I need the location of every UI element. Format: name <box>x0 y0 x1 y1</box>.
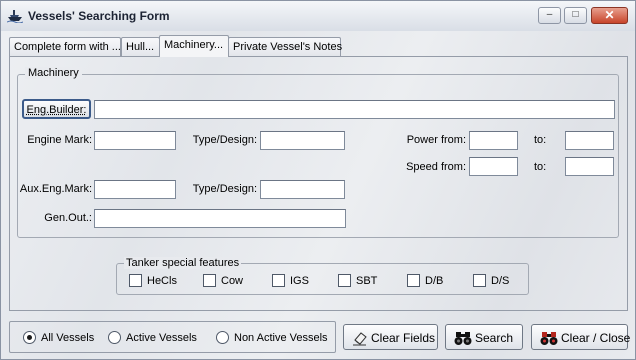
vessels-search-window: Vessels' Searching Form – □ ✕ Complete f… <box>0 0 636 360</box>
engine-mark-label: Engine Mark: <box>27 134 92 146</box>
radio-non-active-vessels[interactable] <box>216 331 229 344</box>
search-label: Search <box>475 331 514 345</box>
maximize-button[interactable]: □ <box>564 7 587 24</box>
eng-builder-field[interactable] <box>94 100 615 119</box>
minimize-button[interactable]: – <box>538 7 561 24</box>
gen-out-label: Gen.Out.: <box>44 212 92 224</box>
close-button[interactable]: ✕ <box>591 7 628 24</box>
clear-fields-label: Clear Fields <box>371 331 436 345</box>
binoculars-icon <box>454 330 472 349</box>
checkbox-ds-label: D/S <box>491 275 510 287</box>
clear-fields-button[interactable]: Clear Fields <box>343 324 438 350</box>
machinery-group-title: Machinery <box>25 67 82 79</box>
type-design-field-1[interactable] <box>260 131 345 150</box>
aux-eng-mark-field[interactable] <box>94 180 176 199</box>
engine-mark-field[interactable] <box>94 131 176 150</box>
checkbox-db[interactable] <box>407 274 420 287</box>
radio-all-vessels[interactable] <box>23 331 36 344</box>
maximize-icon: □ <box>572 9 579 20</box>
power-from-field[interactable] <box>469 131 518 150</box>
minimize-icon: – <box>546 9 553 20</box>
radio-non-active-vessels-label: Non Active Vessels <box>234 332 328 344</box>
binoculars-close-icon <box>540 330 558 349</box>
speed-from-field[interactable] <box>469 157 518 176</box>
checkbox-db-label: D/B <box>425 275 444 287</box>
checkbox-igs-label: IGS <box>290 275 309 287</box>
speed-to-label: to: <box>534 161 547 173</box>
power-to-label: to: <box>534 134 547 146</box>
close-icon: ✕ <box>604 8 615 22</box>
eraser-icon <box>352 330 368 349</box>
eng-builder-button-label: Eng.Builder: <box>26 104 87 116</box>
tab-complete-form[interactable]: Complete form with ... <box>9 37 121 56</box>
radio-active-vessels-label: Active Vessels <box>126 332 197 344</box>
type-design-field-2[interactable] <box>260 180 345 199</box>
clear-close-button[interactable]: Clear / Close <box>531 324 631 350</box>
checkbox-igs[interactable] <box>272 274 285 287</box>
type-design-label-1: Type/Design: <box>192 134 257 146</box>
eng-builder-button[interactable]: Eng.Builder: <box>22 99 91 119</box>
checkbox-cow-label: Cow <box>221 275 244 287</box>
ship-icon <box>6 9 24 24</box>
speed-to-field[interactable] <box>565 157 614 176</box>
window-title: Vessels' Searching Form <box>28 9 170 23</box>
tab-private-notes[interactable]: Private Vessel's Notes <box>228 37 342 56</box>
radio-active-vessels[interactable] <box>108 331 121 344</box>
speed-from-label: Speed from: <box>406 161 466 173</box>
search-button[interactable]: Search <box>445 324 523 350</box>
checkbox-cow[interactable] <box>203 274 216 287</box>
checkbox-sbt-label: SBT <box>356 275 378 287</box>
power-to-field[interactable] <box>565 131 614 150</box>
aux-eng-mark-label: Aux.Eng.Mark: <box>19 183 92 195</box>
type-design-label-2: Type/Design: <box>192 183 257 195</box>
radio-all-vessels-label: All Vessels <box>41 332 95 344</box>
title-bar[interactable]: Vessels' Searching Form – □ ✕ <box>1 1 635 31</box>
power-from-label: Power from: <box>406 134 466 146</box>
gen-out-field[interactable] <box>94 209 346 228</box>
tab-hull[interactable]: Hull... <box>121 37 160 56</box>
tanker-features-title: Tanker special features <box>124 257 242 269</box>
tab-machinery[interactable]: Machinery... <box>159 35 229 57</box>
checkbox-hecls[interactable] <box>129 274 142 287</box>
checkbox-ds[interactable] <box>473 274 486 287</box>
checkbox-hecls-label: HeCls <box>147 275 177 287</box>
clear-close-label: Clear / Close <box>561 331 631 345</box>
checkbox-sbt[interactable] <box>338 274 351 287</box>
